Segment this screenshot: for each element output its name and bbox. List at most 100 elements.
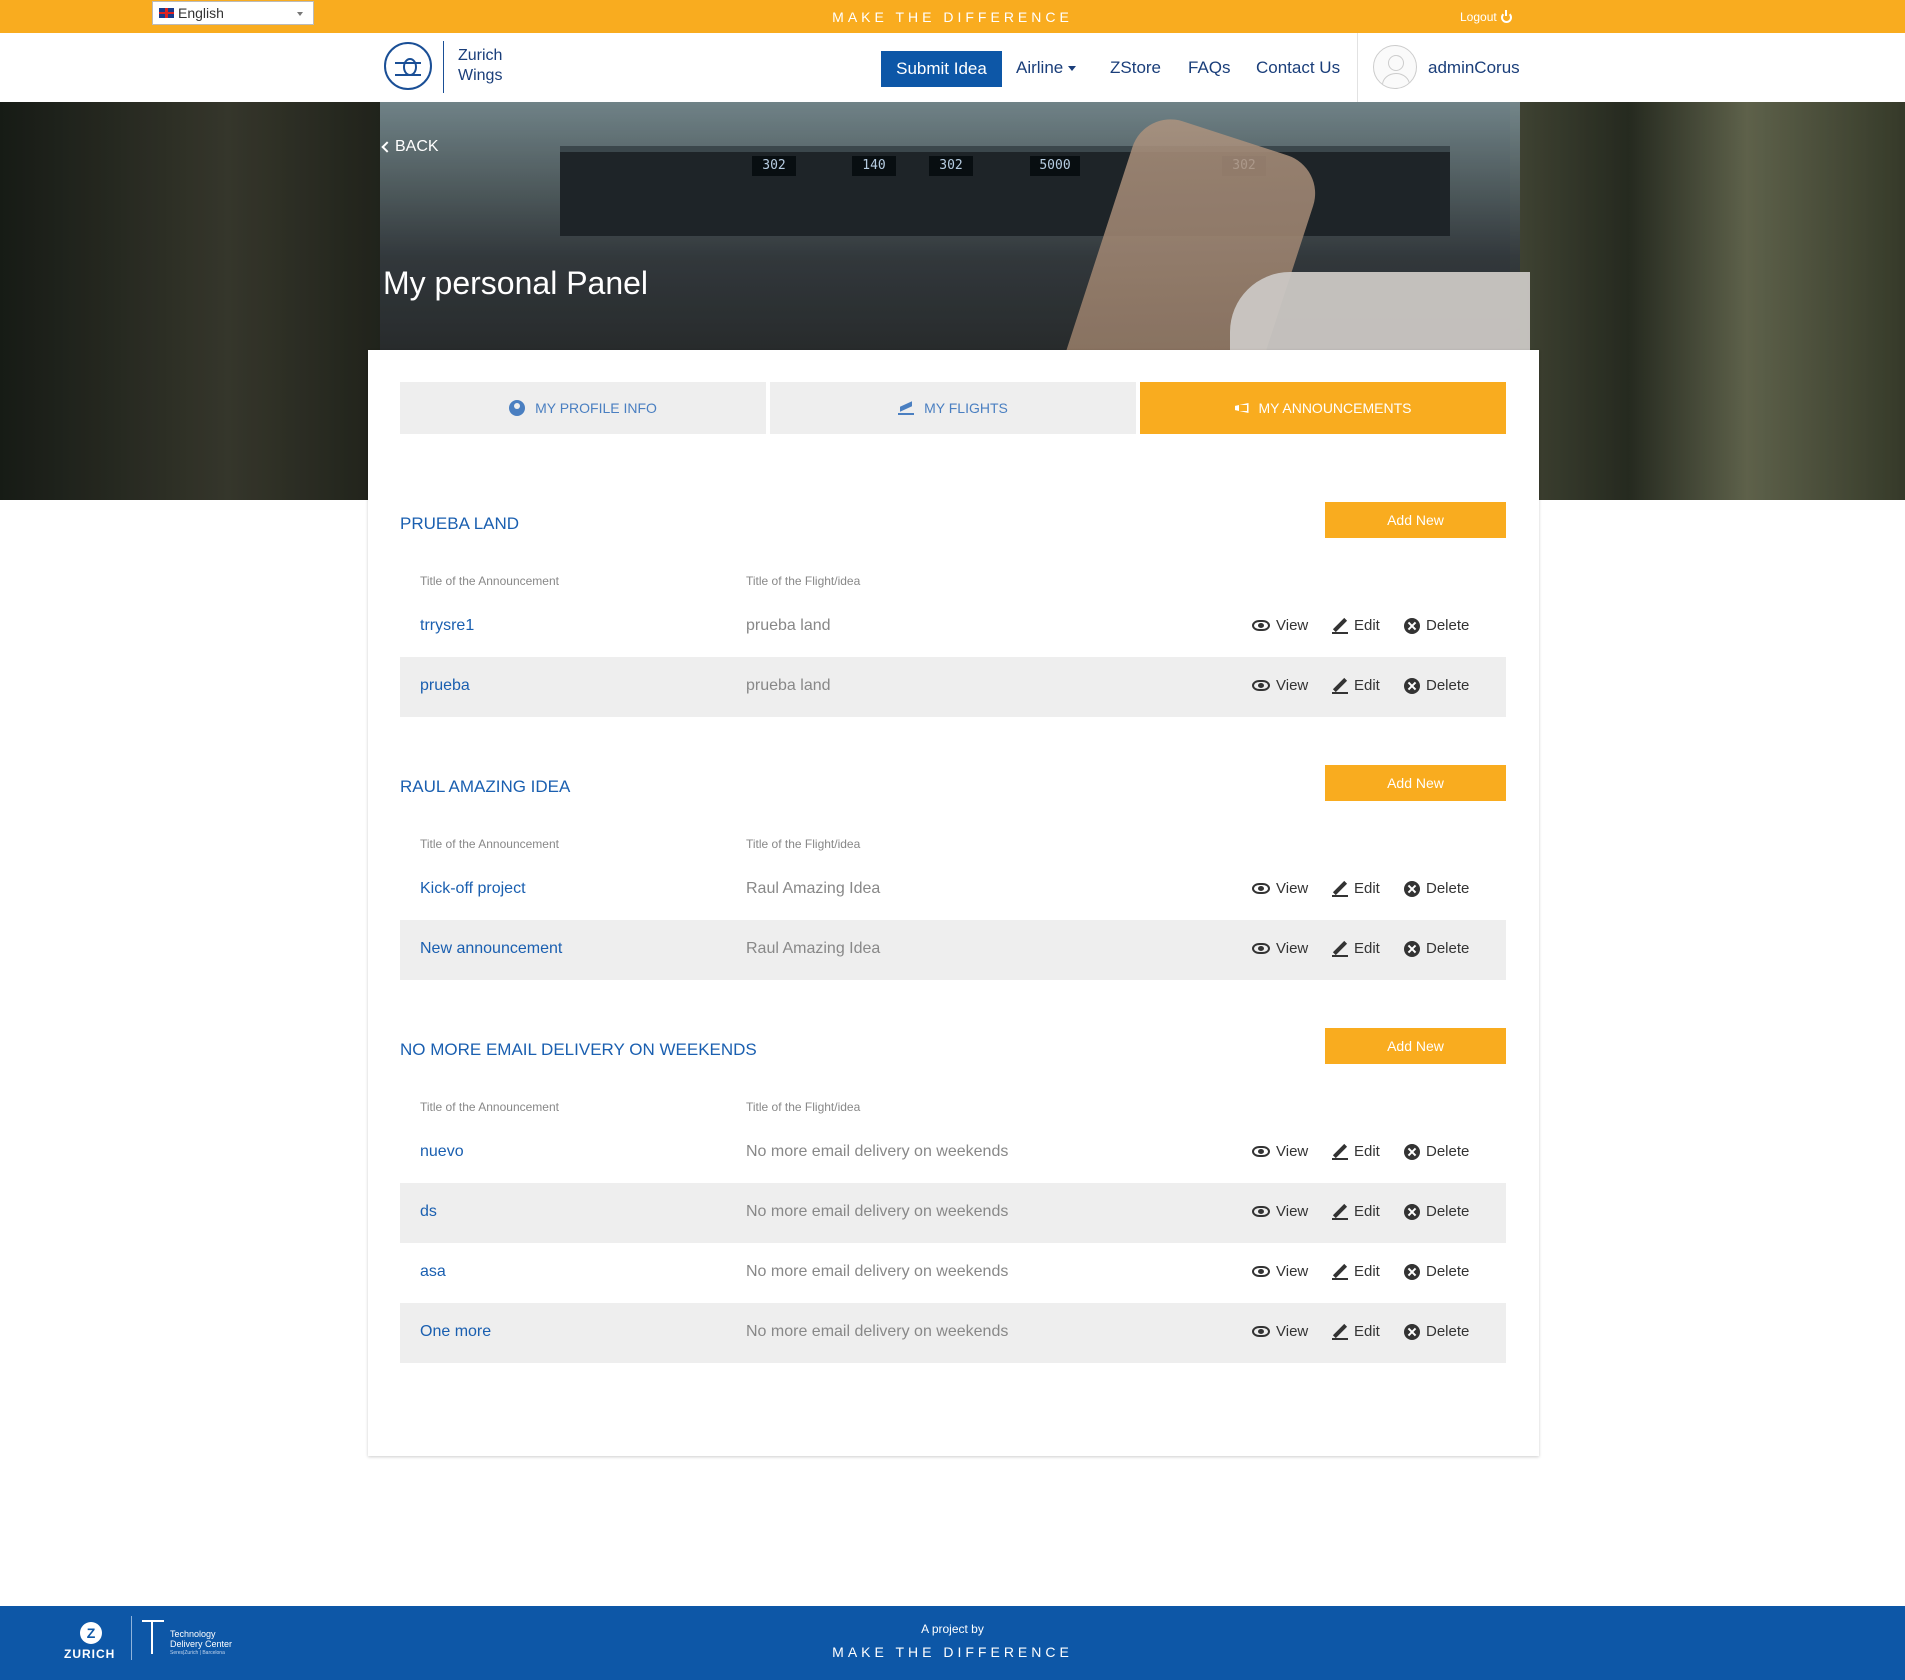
pencil-icon [1332,678,1348,694]
table-row: One more No more email delivery on weeke… [400,1303,1506,1363]
announcement-title[interactable]: trrysre1 [420,617,474,635]
brand-name[interactable]: Zurich Wings [458,46,528,86]
column-header-flight: Title of the Flight/idea [746,837,861,851]
eye-icon [1252,1266,1270,1277]
edit-action[interactable]: Edit [1332,617,1380,634]
close-circle-icon [1404,940,1420,957]
username[interactable]: adminCorus [1428,58,1520,78]
edit-label: Edit [1354,1143,1380,1160]
delete-label: Delete [1426,940,1470,957]
edit-label: Edit [1354,677,1380,694]
pencil-icon [1332,1144,1348,1160]
table-row: New announcement Raul Amazing Idea View … [400,920,1506,980]
power-icon [1500,9,1512,23]
footer-tagline: MAKE THE DIFFERENCE [832,1644,1073,1660]
chevron-left-icon [381,141,393,153]
announcement-title[interactable]: prueba [420,677,470,695]
edit-label: Edit [1354,880,1380,897]
announcement-title[interactable]: One more [420,1323,491,1341]
delete-action[interactable]: Delete [1404,1143,1469,1160]
edit-action[interactable]: Edit [1332,1323,1380,1340]
delete-action[interactable]: Delete [1404,677,1469,694]
brand-line-2: Wings [458,67,503,84]
announcement-title[interactable]: New announcement [420,940,562,958]
pencil-icon [1332,1324,1348,1340]
megaphone-icon [1234,403,1249,413]
edit-label: Edit [1354,1263,1380,1280]
edit-action[interactable]: Edit [1332,880,1380,897]
view-action[interactable]: View [1252,617,1308,634]
delete-action[interactable]: Delete [1404,1203,1469,1220]
column-header-announcement: Title of the Announcement [420,837,559,851]
delete-action[interactable]: Delete [1404,617,1469,634]
view-action[interactable]: View [1252,1203,1308,1220]
view-label: View [1276,617,1309,634]
delete-action[interactable]: Delete [1404,1323,1469,1340]
view-action[interactable]: View [1252,940,1308,957]
logo-divider [443,41,444,93]
view-action[interactable]: View [1252,880,1308,897]
pencil-icon [1332,941,1348,957]
plane-departure-icon [898,401,915,415]
add-new-button[interactable]: Add New [1325,502,1506,538]
tab-profile-info[interactable]: MY PROFILE INFO [400,382,766,434]
announcement-title[interactable]: nuevo [420,1143,464,1161]
column-header-flight: Title of the Flight/idea [746,574,861,588]
footer: Z ZURICH Technology Delivery Center Sere… [0,1606,1905,1680]
nav-zstore[interactable]: ZStore [1110,58,1161,78]
edit-label: Edit [1354,1203,1380,1220]
logout-link[interactable]: Logout [1460,9,1512,24]
flight-title: prueba land [746,677,831,694]
panel-card: MY PROFILE INFO MY FLIGHTS MY ANNOUNCEME… [368,350,1539,1456]
top-tagline: MAKE THE DIFFERENCE [832,9,1073,25]
nav-airline[interactable]: Airline [1016,58,1077,78]
top-bar: English MAKE THE DIFFERENCE Logout [0,0,1905,33]
announcement-title[interactable]: Kick-off project [420,880,526,898]
pencil-icon [1332,1264,1348,1280]
delete-action[interactable]: Delete [1404,940,1469,957]
view-action[interactable]: View [1252,1143,1308,1160]
add-new-button[interactable]: Add New [1325,1028,1506,1064]
section-title: NO MORE EMAIL DELIVERY ON WEEKENDS [400,1040,757,1059]
announcement-title[interactable]: ds [420,1203,437,1221]
eye-icon [1252,943,1270,954]
table-row: ds No more email delivery on weekends Vi… [400,1183,1506,1243]
eye-icon [1252,883,1270,894]
view-action[interactable]: View [1252,677,1308,694]
brand-line-1: Zurich [458,47,503,64]
delete-label: Delete [1426,1263,1470,1280]
user-circle-icon [509,400,526,416]
eye-icon [1252,620,1270,631]
eye-icon [1252,1326,1270,1337]
add-new-button[interactable]: Add New [1325,765,1506,801]
wings-logo-icon[interactable] [384,42,432,90]
delete-action[interactable]: Delete [1404,1263,1469,1280]
nav-airline-label: Airline [1016,58,1064,77]
tab-my-announcements[interactable]: MY ANNOUNCEMENTS [1140,382,1506,434]
nav-contact-us[interactable]: Contact Us [1256,58,1340,78]
close-circle-icon [1404,1263,1420,1280]
edit-label: Edit [1354,1323,1380,1340]
edit-action[interactable]: Edit [1332,1143,1380,1160]
view-action[interactable]: View [1252,1263,1308,1280]
pencil-icon [1332,618,1348,634]
flight-title: No more email delivery on weekends [746,1203,1009,1220]
edit-label: Edit [1354,940,1380,957]
delete-action[interactable]: Delete [1404,880,1469,897]
avatar[interactable] [1373,45,1417,89]
edit-action[interactable]: Edit [1332,940,1380,957]
back-link[interactable]: BACK [381,138,439,156]
flight-title: Raul Amazing Idea [746,880,881,897]
eye-icon [1252,680,1270,691]
edit-action[interactable]: Edit [1332,1263,1380,1280]
announcement-title[interactable]: asa [420,1263,446,1281]
submit-idea-button[interactable]: Submit Idea [881,51,1002,87]
tab-my-flights[interactable]: MY FLIGHTS [770,382,1136,434]
nav-faqs[interactable]: FAQs [1188,58,1231,78]
edit-action[interactable]: Edit [1332,677,1380,694]
view-action[interactable]: View [1252,1323,1308,1340]
tab-announcements-label: MY ANNOUNCEMENTS [1258,400,1412,416]
edit-action[interactable]: Edit [1332,1203,1380,1220]
delete-label: Delete [1426,617,1470,634]
column-header-flight: Title of the Flight/idea [746,1100,861,1114]
